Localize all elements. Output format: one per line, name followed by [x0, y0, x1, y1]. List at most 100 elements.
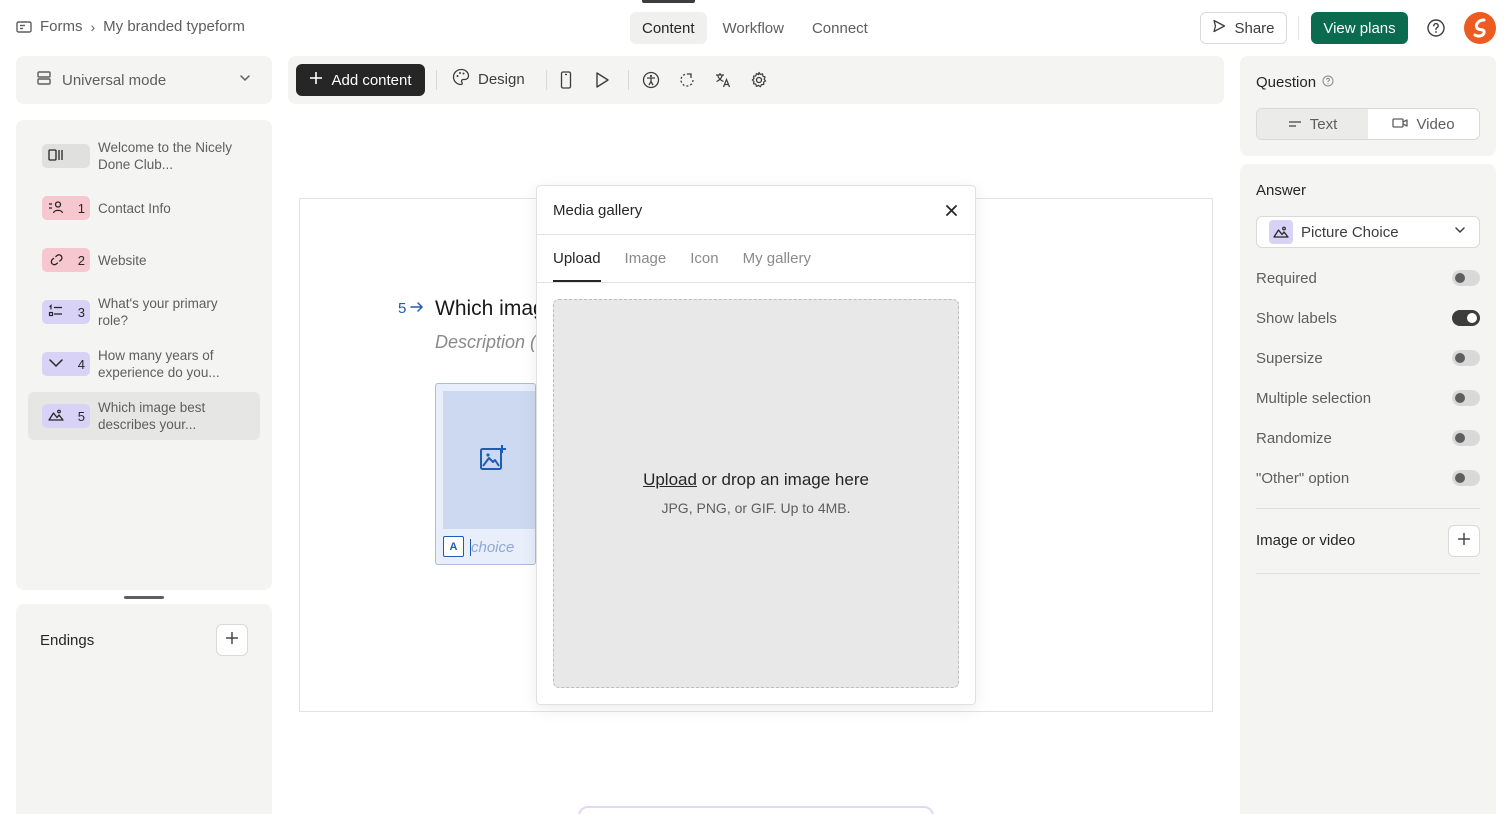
design-label: Design	[478, 70, 525, 88]
share-label: Share	[1234, 19, 1275, 37]
plus-icon	[1457, 532, 1471, 551]
question-label: Welcome to the Nicely Done Club...	[98, 140, 233, 172]
resize-handle[interactable]	[124, 596, 164, 599]
settings-gear-icon[interactable]	[749, 70, 769, 90]
tab-connect[interactable]: Connect	[800, 12, 880, 44]
question-item-2[interactable]: 2 Website	[28, 236, 260, 284]
chevron-down-icon	[48, 356, 64, 373]
randomize-toggle[interactable]	[1452, 430, 1480, 446]
question-item-welcome[interactable]: Welcome to the Nicely Done Club...	[28, 132, 260, 180]
question-badge: 5	[42, 404, 90, 428]
mobile-preview-icon[interactable]	[556, 70, 576, 90]
option-label: Required	[1256, 269, 1317, 287]
contact-icon	[48, 200, 64, 217]
endings-label: Endings	[40, 632, 95, 649]
text-lines-icon	[1288, 116, 1302, 133]
divider	[1298, 16, 1299, 40]
question-item-1[interactable]: 1 Contact Info	[28, 184, 260, 232]
breadcrumb-current[interactable]: My branded typeform	[103, 18, 245, 35]
supersize-toggle[interactable]	[1452, 350, 1480, 366]
avatar[interactable]	[1464, 12, 1496, 44]
breadcrumb-root[interactable]: Forms	[40, 18, 83, 35]
mode-selector[interactable]: Universal mode	[16, 56, 272, 104]
dropzone-hint: JPG, PNG, or GIF. Up to 4MB.	[661, 500, 851, 516]
info-icon[interactable]	[1322, 74, 1334, 91]
top-bar: Forms › My branded typeform Content Work…	[0, 0, 1512, 56]
close-icon[interactable]	[943, 202, 959, 218]
add-content-label: Add content	[331, 71, 412, 89]
text-option[interactable]: Text	[1257, 109, 1368, 139]
chevron-right-icon: ›	[90, 18, 96, 35]
top-tabs: Content Workflow Connect	[630, 0, 880, 44]
question-number: 2	[77, 252, 85, 268]
upload-dropzone[interactable]: Upload or drop an image here JPG, PNG, o…	[553, 299, 959, 688]
modal-title: Media gallery	[553, 202, 643, 219]
other-option-toggle[interactable]	[1452, 470, 1480, 486]
tab-workflow[interactable]: Workflow	[711, 12, 796, 44]
help-icon[interactable]	[1426, 18, 1446, 38]
option-other: "Other" option	[1256, 468, 1480, 488]
editor-toolbar: Add content Design	[288, 56, 1224, 104]
tab-upload[interactable]: Upload	[553, 250, 601, 282]
question-type-toggle: Text Video	[1256, 108, 1480, 140]
modal-tabs: Upload Image Icon My gallery	[553, 250, 811, 282]
share-button[interactable]: Share	[1200, 12, 1287, 44]
option-supersize: Supersize	[1256, 348, 1480, 368]
add-media-button[interactable]	[1448, 525, 1480, 557]
media-gallery-modal: Media gallery Upload Image Icon My galle…	[536, 185, 976, 705]
plus-icon	[225, 631, 239, 650]
question-item-4[interactable]: 4 How many years of experience do you...	[28, 340, 260, 388]
picture-choice-icon	[48, 408, 64, 425]
play-icon[interactable]	[592, 70, 612, 90]
translate-icon[interactable]	[713, 70, 733, 90]
video-option-label: Video	[1416, 115, 1455, 133]
upload-link[interactable]: Upload	[643, 470, 697, 489]
list-icon	[48, 303, 64, 321]
link-icon	[48, 252, 64, 269]
divider	[1256, 508, 1480, 509]
add-ending-button[interactable]	[216, 624, 248, 656]
tab-image[interactable]: Image	[625, 250, 667, 282]
option-label: Multiple selection	[1256, 389, 1372, 407]
required-toggle[interactable]	[1452, 270, 1480, 286]
design-button[interactable]: Design	[452, 68, 525, 90]
choice-label-input[interactable]: choice	[469, 539, 514, 556]
option-label: "Other" option	[1256, 469, 1350, 487]
add-content-button[interactable]: Add content	[296, 64, 425, 96]
question-label: How many years of experience do you...	[98, 348, 220, 380]
question-section-label: Question	[1256, 74, 1334, 91]
tab-my-gallery[interactable]: My gallery	[743, 250, 811, 282]
question-number: 4	[77, 356, 85, 372]
accessibility-icon[interactable]	[641, 70, 661, 90]
logic-icon[interactable]	[677, 70, 697, 90]
divider	[436, 70, 437, 90]
question-number: 5	[77, 408, 85, 424]
endings-panel: Endings	[16, 604, 272, 814]
tab-icon[interactable]: Icon	[690, 250, 718, 282]
question-item-5[interactable]: 5 Which image best describes your...	[28, 392, 260, 440]
picture-choice-card[interactable]: A choice	[435, 383, 536, 565]
divider	[546, 70, 547, 90]
choice-image-placeholder[interactable]	[443, 391, 535, 529]
answer-type-select[interactable]: Picture Choice	[1256, 216, 1480, 248]
question-list: Welcome to the Nicely Done Club... 1 Con…	[16, 120, 272, 590]
send-icon	[1212, 19, 1226, 37]
question-title-input[interactable]: Which imag	[435, 297, 536, 321]
welcome-icon	[48, 148, 64, 165]
tab-content[interactable]: Content	[630, 0, 707, 44]
answer-type-value: Picture Choice	[1301, 223, 1399, 241]
question-description-input[interactable]: Description (	[435, 332, 536, 353]
question-item-3[interactable]: 3 What's your primary role?	[28, 288, 260, 336]
mode-label: Universal mode	[62, 71, 167, 89]
option-label: Randomize	[1256, 429, 1332, 447]
show-labels-toggle[interactable]	[1452, 310, 1480, 326]
multiple-selection-toggle[interactable]	[1452, 390, 1480, 406]
canvas-question-number: 5	[398, 300, 407, 317]
question-badge: 4	[42, 352, 90, 376]
video-option[interactable]: Video	[1368, 109, 1479, 139]
view-plans-button[interactable]: View plans	[1311, 12, 1408, 44]
question-label: Contact Info	[98, 200, 171, 216]
welcome-badge	[42, 144, 90, 168]
question-number-indicator: 5	[398, 300, 424, 317]
divider	[1256, 573, 1480, 574]
